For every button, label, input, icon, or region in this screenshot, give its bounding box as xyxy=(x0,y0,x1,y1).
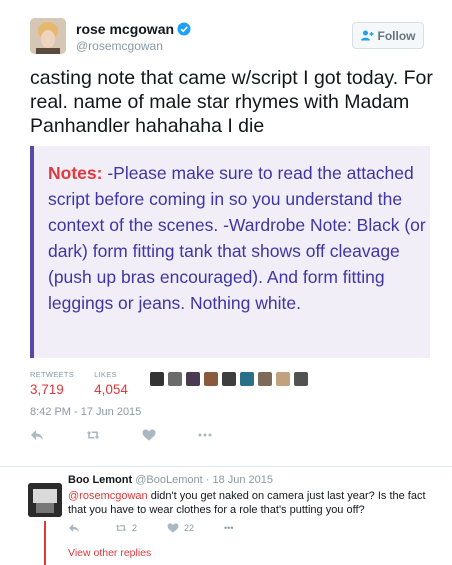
main-tweet: rose mcgowan @rosemcgowan Follow casting… xyxy=(0,0,452,462)
reply-like-count: 22 xyxy=(184,523,195,533)
more-icon: ••• xyxy=(224,523,234,533)
more-icon[interactable] xyxy=(198,428,212,440)
thread-line xyxy=(44,521,46,565)
reply-like-button[interactable]: 22 xyxy=(167,523,194,533)
reply-separator: · xyxy=(202,474,213,486)
liker-avatar[interactable] xyxy=(240,372,254,386)
author-name-text[interactable]: rose mcgowan xyxy=(76,21,174,37)
liker-avatars xyxy=(150,372,308,386)
reply-retweet-count: 2 xyxy=(132,523,138,533)
reply-more-button[interactable]: ••• xyxy=(224,523,233,533)
reply-icon xyxy=(69,523,79,533)
author-handle[interactable]: @rosemcgowan xyxy=(76,39,163,53)
heart-icon[interactable] xyxy=(142,428,156,441)
liker-avatar[interactable] xyxy=(276,372,290,386)
tweet-timestamp[interactable]: 8:42 PM - 17 Jun 2015 xyxy=(30,406,141,418)
reply-mention[interactable]: @rosemcgowan xyxy=(68,490,148,502)
follow-button[interactable]: Follow xyxy=(352,22,424,49)
liker-avatar[interactable] xyxy=(204,372,218,386)
tweet-actions xyxy=(30,428,254,441)
tweet-text: casting note that came w/script I got to… xyxy=(30,67,433,137)
verified-badge-icon xyxy=(177,22,191,36)
reply-icon[interactable] xyxy=(30,428,44,440)
reply-author-name[interactable]: Boo Lemont xyxy=(68,474,132,486)
view-other-replies-link[interactable]: View other replies xyxy=(68,547,151,559)
liker-avatar[interactable] xyxy=(222,372,236,386)
liker-avatar[interactable] xyxy=(168,372,182,386)
liker-avatar[interactable] xyxy=(258,372,272,386)
retweet-icon xyxy=(115,524,127,532)
heart-icon xyxy=(167,523,179,533)
retweets-label: RETWEETS xyxy=(30,370,75,379)
avatar-image xyxy=(30,18,66,54)
reply-retweet-button[interactable]: 2 xyxy=(115,523,137,533)
reply-actions: 2 22 ••• xyxy=(68,523,263,533)
follow-label: Follow xyxy=(377,28,416,43)
liker-avatar[interactable] xyxy=(186,372,200,386)
likes-count: 4,054 xyxy=(94,382,128,397)
reply-reply-button[interactable] xyxy=(68,523,85,533)
liker-avatar[interactable] xyxy=(150,372,164,386)
reply-header: Boo Lemont @BooLemont · 18 Jun 2015 xyxy=(68,474,273,486)
liker-avatar[interactable] xyxy=(294,372,308,386)
note-label: Notes: xyxy=(48,163,103,183)
retweets-count: 3,719 xyxy=(30,382,64,397)
tweet-stats: RETWEETS 3,719 LIKES 4,054 xyxy=(30,370,148,397)
retweet-icon[interactable] xyxy=(86,428,100,440)
likes-stat[interactable]: LIKES 4,054 xyxy=(94,370,128,397)
note-text: Notes: -Please make sure to read the att… xyxy=(48,160,428,316)
author-name[interactable]: rose mcgowan xyxy=(76,21,191,37)
reply-avatar-image xyxy=(28,483,62,517)
author-avatar[interactable] xyxy=(30,18,66,54)
attached-note-image[interactable]: Notes: -Please make sure to read the att… xyxy=(30,146,430,358)
note-body: -Please make sure to read the attached s… xyxy=(48,163,426,313)
likes-label: LIKES xyxy=(94,370,117,379)
reply-text: @rosemcgowan didn't you get naked on cam… xyxy=(68,489,440,517)
retweets-stat[interactable]: RETWEETS 3,719 xyxy=(30,370,74,397)
reply-author-avatar[interactable] xyxy=(28,483,62,517)
add-user-icon xyxy=(360,30,373,41)
reply-date[interactable]: 18 Jun 2015 xyxy=(212,474,273,486)
reply-author-handle[interactable]: @BooLemont xyxy=(135,474,202,486)
reply-tweet[interactable]: Boo Lemont @BooLemont · 18 Jun 2015 @ros… xyxy=(0,467,452,565)
